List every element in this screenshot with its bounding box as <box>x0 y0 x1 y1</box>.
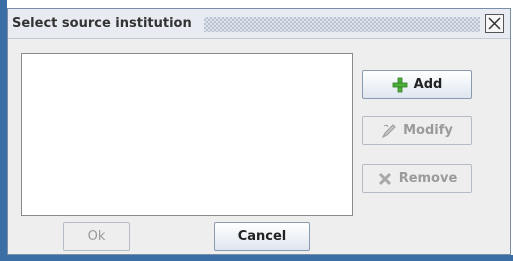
window-frame-left <box>0 0 7 261</box>
dialog-title: Select source institution <box>12 16 192 31</box>
edit-icon <box>381 123 396 138</box>
titlebar-grip <box>204 17 480 32</box>
cancel-button-label: Cancel <box>237 229 287 244</box>
dialog-titlebar[interactable]: Select source institution <box>8 9 510 39</box>
modify-button[interactable]: Modify <box>362 116 472 145</box>
remove-button[interactable]: Remove <box>362 164 472 193</box>
modify-button-label: Modify <box>403 123 453 138</box>
add-button-label: Add <box>413 77 443 92</box>
close-button[interactable] <box>485 14 504 33</box>
close-x-icon <box>488 17 501 30</box>
remove-x-icon <box>378 172 391 185</box>
cancel-button[interactable]: Cancel <box>214 222 310 251</box>
institution-list[interactable] <box>21 53 353 216</box>
plus-icon <box>392 77 408 92</box>
add-button[interactable]: Add <box>362 70 472 99</box>
window-frame-bottom <box>0 255 513 261</box>
remove-button-label: Remove <box>398 171 458 186</box>
ok-button[interactable]: Ok <box>63 222 130 251</box>
ok-button-label: Ok <box>87 229 106 244</box>
select-source-institution-dialog: Select source institution Add Modify Rem… <box>7 8 511 255</box>
